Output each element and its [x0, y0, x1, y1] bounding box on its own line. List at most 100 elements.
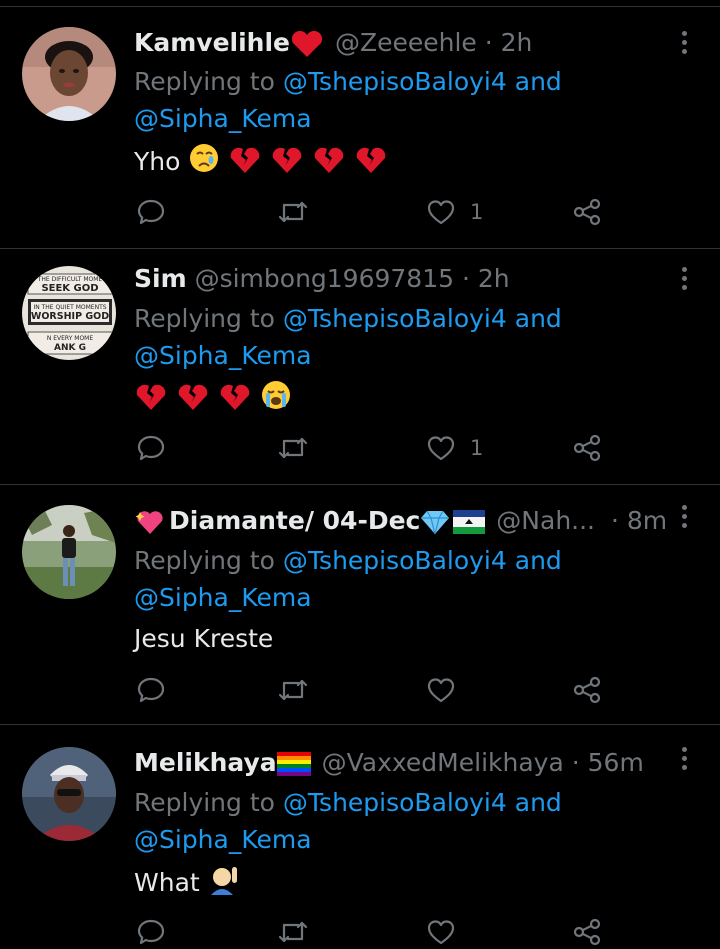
- time-separator: ·: [571, 748, 580, 777]
- broken-heart-icon: [220, 384, 250, 410]
- user-handle[interactable]: @Zeeeehle: [335, 28, 477, 57]
- display-name[interactable]: Kamvelihle: [134, 28, 290, 57]
- and-text: and: [514, 304, 562, 333]
- like-button[interactable]: 1: [426, 431, 483, 465]
- display-name[interactable]: Diamante/ 04-Dec: [169, 506, 420, 535]
- lesotho-flag-icon: [453, 510, 486, 534]
- broken-heart-icon: [230, 147, 260, 173]
- broken-heart-icon: [314, 147, 344, 173]
- mention-link[interactable]: @Sipha_Kema: [134, 104, 312, 133]
- tweet-actions: [134, 673, 614, 707]
- avatar[interactable]: [22, 505, 116, 599]
- timestamp[interactable]: 56m: [588, 748, 644, 777]
- display-name[interactable]: Melikhaya: [134, 748, 277, 777]
- replying-to: Replying to @TshepisoBaloyi4 and @Sipha_…: [134, 784, 694, 858]
- heart-icon: [427, 436, 455, 461]
- time-separator: ·: [461, 264, 470, 293]
- mention-link[interactable]: @TshepisoBaloyi4: [283, 67, 507, 96]
- tweet-actions: [134, 915, 614, 949]
- reply-button[interactable]: [136, 431, 166, 465]
- user-handle[interactable]: @simbong19697815: [195, 264, 454, 293]
- timestamp[interactable]: 8m: [627, 506, 667, 535]
- tweet-header: Sim @simbong19697815 · 2h: [134, 259, 660, 299]
- mention-link[interactable]: @TshepisoBaloyi4: [283, 546, 507, 575]
- like-count: 1: [470, 200, 484, 224]
- mention-link[interactable]: @Sipha_Kema: [134, 341, 312, 370]
- reply-tweet[interactable]: Diamante/ 04-Dec @Nah... · 8m Replying t…: [0, 485, 720, 724]
- rainbow-flag-icon: [276, 752, 311, 776]
- person-raising-hand-icon: [210, 867, 237, 895]
- retweet-button[interactable]: [276, 915, 310, 949]
- share-icon: [573, 198, 601, 226]
- avatar[interactable]: [22, 747, 116, 841]
- avatar[interactable]: [22, 27, 116, 121]
- reply-tweet[interactable]: THE DIFFICULT MOME SEEK GOD IN THE QUIET…: [0, 249, 720, 484]
- and-text: and: [514, 67, 562, 96]
- reply-tweet[interactable]: Kamvelihle @Zeeeehle · 2h Replying to @T…: [0, 0, 720, 248]
- replying-label: Replying to: [134, 67, 275, 96]
- tweet-text: Yho: [134, 142, 388, 180]
- crying-face-icon: [190, 144, 219, 172]
- like-button[interactable]: [426, 673, 470, 707]
- like-button[interactable]: 1: [426, 195, 483, 229]
- avatar-sign-text: ANK G: [54, 343, 86, 353]
- tweet-text-content: Yho: [134, 147, 181, 176]
- timestamp[interactable]: 2h: [478, 264, 510, 293]
- reply-icon: [137, 199, 165, 225]
- display-name[interactable]: Sim: [134, 264, 187, 293]
- tweet-header: Kamvelihle @Zeeeehle · 2h: [134, 23, 660, 63]
- retweet-icon: [278, 437, 308, 459]
- mention-link[interactable]: @Sipha_Kema: [134, 583, 312, 612]
- user-handle[interactable]: @Nah...: [496, 506, 595, 535]
- retweet-button[interactable]: [276, 195, 310, 229]
- like-count: 1: [470, 436, 484, 460]
- share-button[interactable]: [572, 431, 602, 465]
- replying-to: Replying to @TshepisoBaloyi4 and @Sipha_…: [134, 300, 694, 374]
- retweet-button[interactable]: [276, 673, 310, 707]
- like-button[interactable]: [426, 915, 456, 949]
- replying-label: Replying to: [134, 788, 275, 817]
- retweet-icon: [278, 201, 308, 223]
- share-button[interactable]: [572, 195, 602, 229]
- more-options-icon[interactable]: [672, 27, 696, 67]
- tweet-actions: 1: [134, 431, 614, 465]
- reply-button[interactable]: [136, 915, 166, 949]
- more-options-icon[interactable]: [672, 263, 696, 303]
- reply-button[interactable]: [136, 195, 166, 229]
- broken-heart-icon: [136, 384, 166, 410]
- and-text: and: [514, 546, 562, 575]
- tweet-text: What: [134, 863, 240, 901]
- tweet-actions: 1: [134, 195, 614, 229]
- mention-link[interactable]: @TshepisoBaloyi4: [283, 788, 507, 817]
- time-separator: ·: [484, 28, 493, 57]
- retweet-button[interactable]: [276, 431, 310, 465]
- more-options-icon[interactable]: [672, 743, 696, 783]
- heart-icon: [427, 920, 455, 945]
- heart-icon: [427, 200, 455, 225]
- mention-link[interactable]: @TshepisoBaloyi4: [283, 304, 507, 333]
- tweet-header: Melikhaya @VaxxedMelikhaya · 56m: [134, 743, 660, 783]
- avatar-sign-text: THE DIFFICULT MOME: [37, 276, 103, 283]
- sparkling-heart-icon: [135, 511, 163, 534]
- red-heart-icon: [291, 30, 323, 57]
- tweet-text: Jesu Kreste: [134, 624, 274, 653]
- avatar[interactable]: THE DIFFICULT MOME SEEK GOD IN THE QUIET…: [22, 266, 116, 360]
- avatar-sign-text: SEEK GOD: [41, 283, 98, 294]
- reply-tweet[interactable]: Melikhaya @VaxxedMelikhaya · 56m Replyin…: [0, 725, 720, 946]
- share-button[interactable]: [572, 673, 602, 707]
- gem-stone-icon: [421, 510, 450, 535]
- share-button[interactable]: [572, 915, 602, 949]
- tweet-text-content: What: [134, 868, 200, 897]
- avatar-sign-text: N EVERY MOME: [47, 335, 94, 342]
- timestamp[interactable]: 2h: [501, 28, 533, 57]
- replying-label: Replying to: [134, 304, 275, 333]
- heart-icon: [427, 678, 455, 703]
- user-handle[interactable]: @VaxxedMelikhaya: [322, 748, 564, 777]
- reply-button[interactable]: [136, 673, 166, 707]
- mention-link[interactable]: @Sipha_Kema: [134, 825, 312, 854]
- broken-heart-icon: [272, 147, 302, 173]
- avatar-sign-text: WORSHIP GOD: [31, 311, 109, 322]
- more-options-icon[interactable]: [672, 501, 696, 541]
- reply-icon: [137, 435, 165, 461]
- replying-to: Replying to @TshepisoBaloyi4 and @Sipha_…: [134, 63, 694, 137]
